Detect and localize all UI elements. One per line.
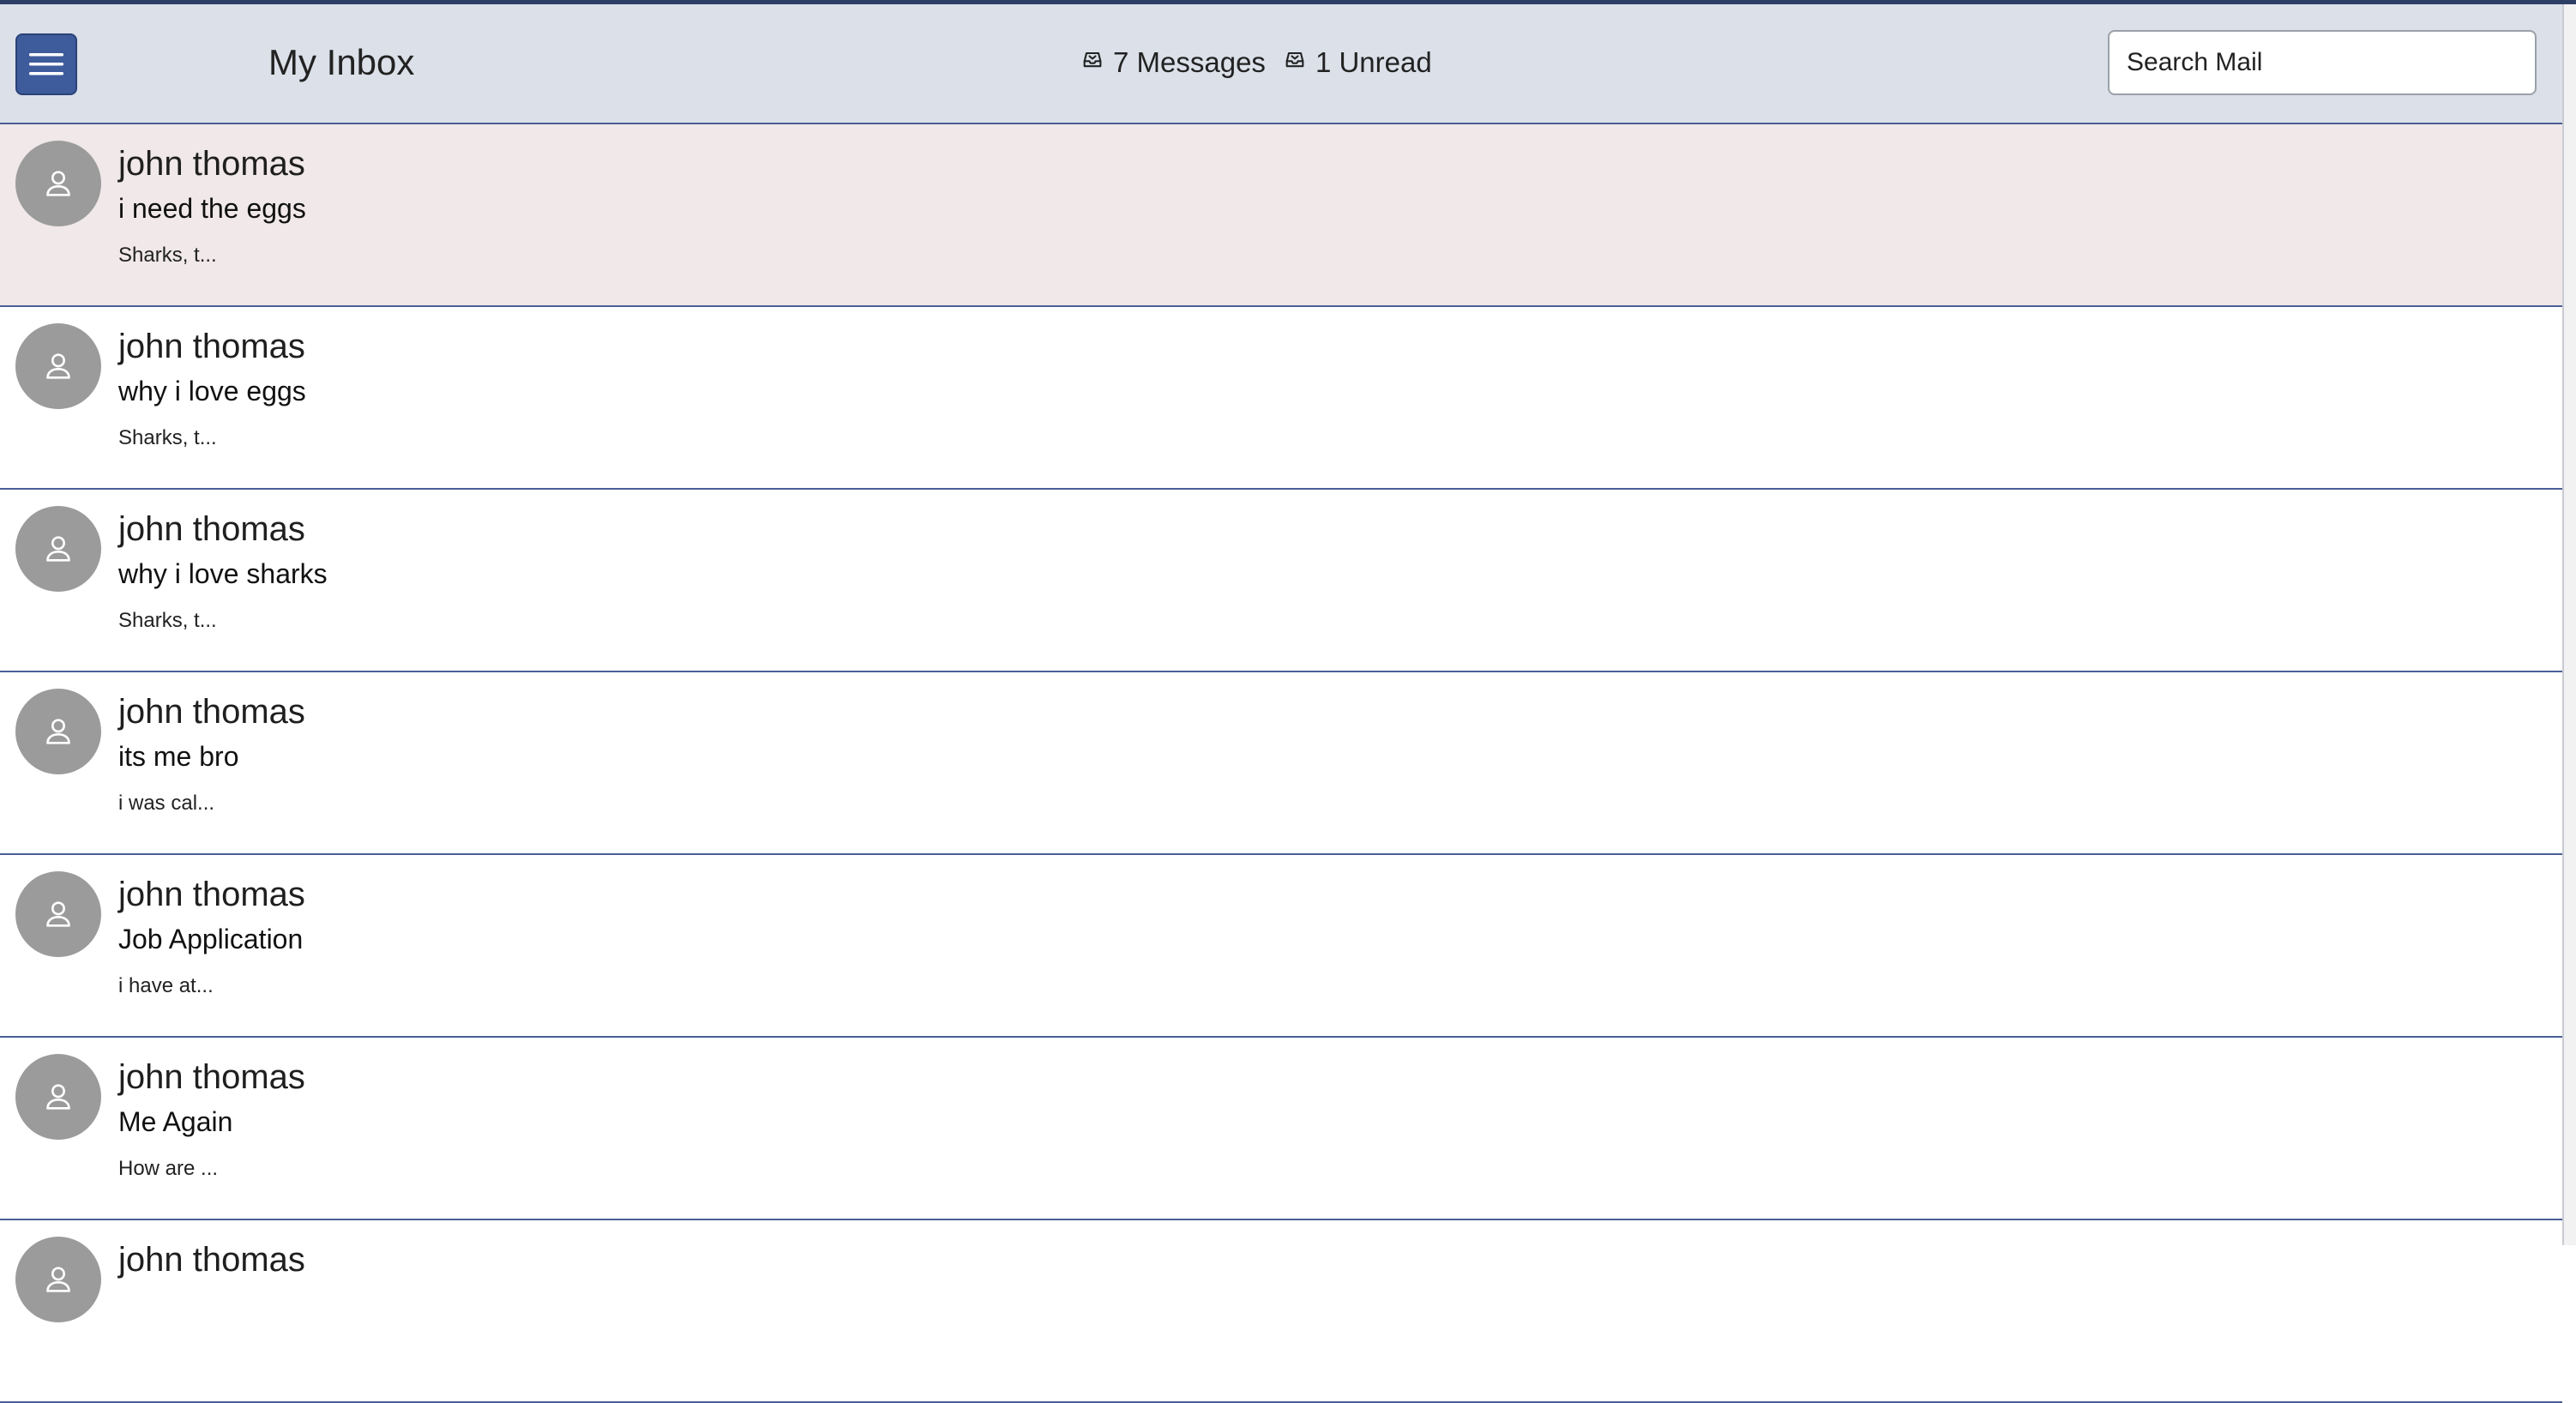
mail-preview: Sharks, t... bbox=[118, 244, 217, 267]
mail-sender: john thomas bbox=[118, 145, 305, 183]
user-avatar-icon bbox=[46, 719, 70, 744]
avatar bbox=[15, 141, 101, 226]
mail-preview: How are ... bbox=[118, 1157, 219, 1180]
inbox-list: john thomas i need the eggs Sharks, t... jo… bbox=[0, 124, 2562, 1403]
mail-list-item[interactable]: john thomas Me Again How are ... bbox=[0, 1038, 2562, 1220]
mail-sender: john thomas bbox=[118, 693, 305, 731]
app-header: My Inbox 7 Messages 1 Unread bbox=[0, 4, 2562, 124]
mail-subject: i need the eggs bbox=[118, 193, 306, 224]
mail-subject: why i love sharks bbox=[118, 558, 328, 589]
mail-subject: Me Again bbox=[118, 1106, 233, 1137]
unread-count-stat: 1 Unread bbox=[1283, 44, 1432, 81]
avatar bbox=[15, 689, 101, 774]
mail-subject: Job Application bbox=[118, 924, 304, 954]
mail-preview: Sharks, t... bbox=[118, 426, 217, 449]
mail-list-item[interactable]: john thomas Job Application i have at... bbox=[0, 855, 2562, 1038]
inbox-tray-icon bbox=[1083, 51, 1102, 68]
user-avatar-icon bbox=[46, 1267, 70, 1292]
mail-sender: john thomas bbox=[118, 1058, 305, 1096]
page-title: My Inbox bbox=[268, 42, 415, 82]
avatar bbox=[15, 506, 101, 592]
mail-preview: Sharks, t... bbox=[118, 609, 217, 632]
mail-subject: why i love eggs bbox=[118, 376, 306, 406]
mail-sender: john thomas bbox=[118, 876, 305, 913]
messages-count-stat: 7 Messages bbox=[1080, 44, 1266, 81]
user-avatar-icon bbox=[46, 536, 70, 562]
avatar bbox=[15, 871, 101, 957]
avatar bbox=[15, 1054, 101, 1140]
mail-list-item[interactable]: john thomas i need the eggs Sharks, t... bbox=[0, 124, 2562, 307]
search-input[interactable] bbox=[2108, 30, 2537, 95]
mail-list-item[interactable]: john thomas why i love eggs Sharks, t... bbox=[0, 307, 2562, 490]
user-avatar-icon bbox=[46, 1084, 70, 1110]
unread-count: 1 Unread bbox=[1315, 46, 1432, 78]
mail-list-item[interactable]: john thomas its me bro i was cal... bbox=[0, 672, 2562, 855]
inbox-tray-icon bbox=[1285, 51, 1304, 68]
messages-count: 7 Messages bbox=[1113, 46, 1266, 78]
user-avatar-icon bbox=[46, 171, 70, 196]
user-avatar-icon bbox=[46, 353, 70, 379]
scrollbar[interactable] bbox=[2562, 4, 2576, 1245]
mail-list-item[interactable]: john thomas why i love sharks Sharks, t... bbox=[0, 490, 2562, 672]
avatar bbox=[15, 323, 101, 409]
hamburger-menu-icon bbox=[29, 53, 63, 75]
mail-sender: john thomas bbox=[118, 328, 305, 365]
mail-subject: its me bro bbox=[118, 741, 239, 772]
mail-preview: i was cal... bbox=[118, 792, 215, 815]
inbox-stats: 7 Messages 1 Unread bbox=[1080, 44, 1432, 81]
user-avatar-icon bbox=[46, 901, 70, 927]
mail-list-item[interactable]: john thomas bbox=[0, 1220, 2562, 1403]
menu-button[interactable] bbox=[15, 33, 77, 95]
mail-sender: john thomas bbox=[118, 510, 305, 548]
mail-preview: i have at... bbox=[118, 974, 214, 997]
avatar bbox=[15, 1237, 101, 1322]
